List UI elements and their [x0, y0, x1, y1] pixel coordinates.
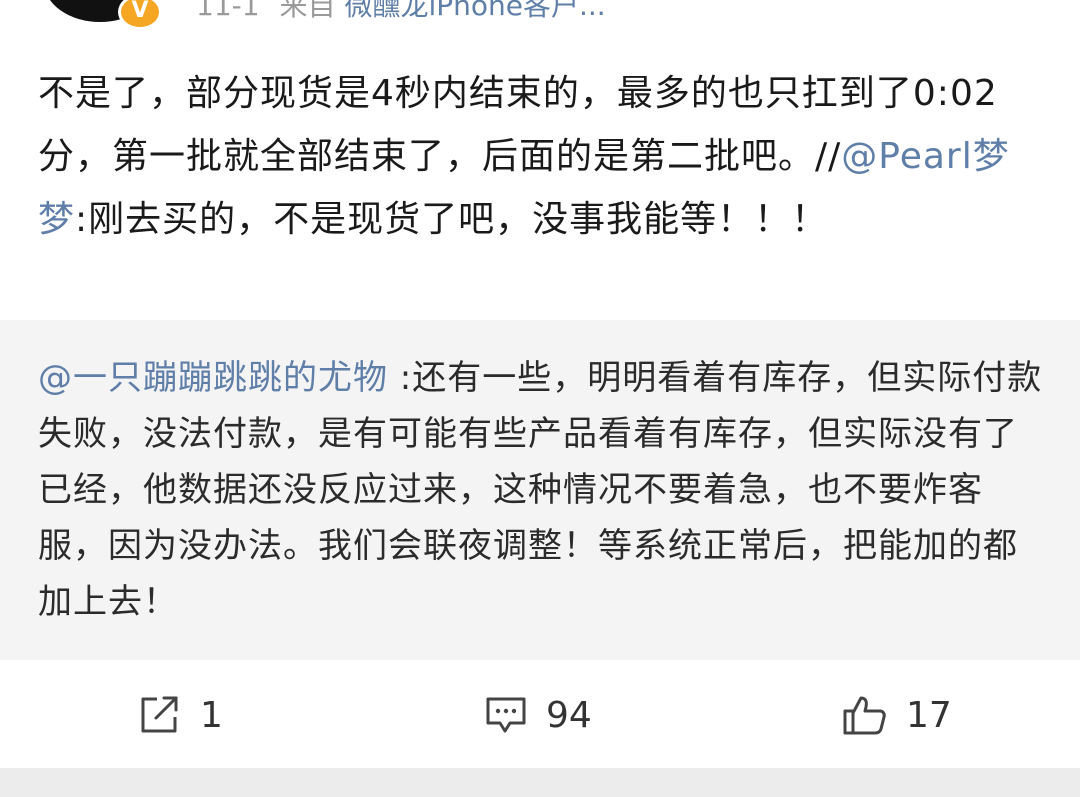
post-date: 11-1 — [196, 0, 260, 22]
quoted-repost-text: :刚去买的，不是现货了吧，没事我能等！！！ — [75, 199, 829, 240]
original-author-link[interactable]: @一只蹦蹦跳跳的尤物 — [38, 358, 388, 398]
like-button[interactable]: 17 — [842, 693, 952, 737]
share-icon — [141, 696, 178, 733]
repost-text: 不是了，部分现货是4秒内结束的，最多的也只扛到了0:02分，第一批就全部结束了，… — [38, 62, 1043, 251]
thumbs-up-icon — [843, 696, 886, 735]
like-count: 17 — [906, 694, 952, 736]
post-separator — [0, 768, 1080, 797]
comment-icon — [486, 697, 526, 733]
original-post-text: @一只蹦蹦跳跳的尤物 :还有一些，明明看着有库存，但实际付款失败，没法付款，是有… — [38, 350, 1043, 630]
post-header: V 11-1 来自 微醺龙iPhone客户... — [0, 0, 1080, 40]
original-post[interactable]: @一只蹦蹦跳跳的尤物 :还有一些，明明看着有库存，但实际付款失败，没法付款，是有… — [0, 320, 1080, 660]
repost-count: 1 — [200, 694, 223, 736]
post-meta: 11-1 来自 微醺龙iPhone客户... — [196, 0, 606, 24]
verified-badge-icon: V — [118, 0, 162, 30]
action-bar: 1 94 17 — [0, 665, 1080, 765]
source-prefix: 来自 — [279, 0, 336, 22]
post-source-link[interactable]: 微醺龙iPhone客户... — [344, 0, 605, 22]
comment-button[interactable]: 94 — [484, 693, 592, 737]
repost-button[interactable]: 1 — [138, 693, 223, 737]
comment-count: 94 — [546, 694, 592, 736]
